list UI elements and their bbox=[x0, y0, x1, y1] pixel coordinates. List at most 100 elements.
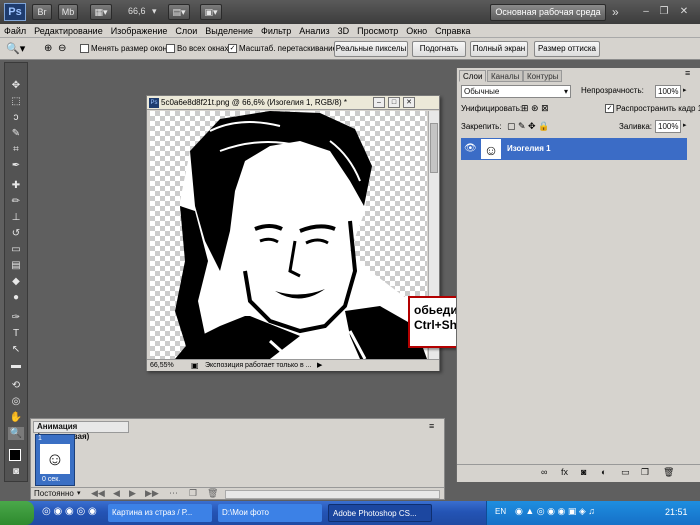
gradient-tool-icon[interactable]: ▤ bbox=[8, 259, 24, 272]
layer-style-icon[interactable]: fx bbox=[561, 467, 568, 477]
scroll-thumb[interactable] bbox=[430, 123, 438, 173]
close-icon[interactable]: ✕ bbox=[676, 5, 692, 19]
status-text[interactable]: Экспозиция работает только в ... bbox=[205, 360, 312, 372]
resize-windows-checkbox[interactable]: Менять размер окон bbox=[80, 42, 167, 56]
taskbar-item-photoshop[interactable]: Adobe Photoshop CS... bbox=[328, 504, 432, 522]
scrubby-zoom-checkbox[interactable]: ✓ Масштаб. перетаскиванием bbox=[228, 42, 343, 56]
zoom-in-icon[interactable]: ⊕ bbox=[44, 42, 52, 56]
visibility-eye-icon[interactable]: 👁 bbox=[464, 138, 477, 160]
history-brush-tool-icon[interactable]: ↺ bbox=[8, 227, 24, 240]
animation-tab[interactable]: Анимация (покадровая) bbox=[33, 421, 129, 441]
quick-mask-icon[interactable]: ◙ bbox=[8, 465, 24, 478]
taskbar-item-browser[interactable]: Картина из страз / Р... bbox=[108, 504, 212, 522]
panel-menu-icon[interactable]: ≡ bbox=[429, 421, 434, 431]
duplicate-frame-icon[interactable]: ❐ bbox=[189, 488, 197, 499]
status-arrow-icon[interactable]: ▶ bbox=[317, 360, 322, 372]
taskbar-item-explorer[interactable]: D:\Мои фото bbox=[218, 504, 322, 522]
horizontal-scrollbar[interactable] bbox=[225, 490, 440, 499]
3d-orbit-tool-icon[interactable]: ◎ bbox=[8, 395, 24, 408]
zoom-tool-icon[interactable]: 🔍▾ bbox=[6, 42, 25, 56]
blur-tool-icon[interactable]: ◆ bbox=[8, 275, 24, 288]
view-extras-button[interactable]: ▦▾ bbox=[90, 4, 112, 20]
full-screen-button[interactable]: Полный экран bbox=[470, 41, 528, 57]
loop-dropdown-icon[interactable]: ▾ bbox=[77, 489, 81, 497]
menu-analysis[interactable]: Анализ bbox=[295, 24, 333, 38]
overflow-chevron-icon[interactable]: » bbox=[612, 5, 619, 19]
delete-layer-icon[interactable]: 🗑 bbox=[663, 467, 674, 478]
start-button[interactable] bbox=[0, 501, 34, 525]
shape-tool-icon[interactable]: ▬ bbox=[8, 359, 24, 372]
hand-tool-icon[interactable]: ✋ bbox=[8, 411, 24, 424]
type-tool-icon[interactable]: T bbox=[8, 327, 24, 340]
zoom-percentage[interactable]: 66,55% bbox=[150, 360, 174, 372]
first-frame-icon[interactable]: ◀◀ bbox=[91, 488, 105, 499]
move-tool-icon[interactable]: ✥ bbox=[8, 79, 24, 92]
menu-view[interactable]: Просмотр bbox=[353, 24, 402, 38]
quick-select-tool-icon[interactable]: ✎ bbox=[8, 127, 24, 140]
eraser-tool-icon[interactable]: ▭ bbox=[8, 243, 24, 256]
animation-frame[interactable]: 1 ☺ 0 сек. bbox=[35, 434, 75, 486]
layer-row[interactable]: 👁 ☺ Изогелия 1 bbox=[461, 138, 687, 160]
menu-layers[interactable]: Слои bbox=[171, 24, 201, 38]
play-icon[interactable]: ▶ bbox=[129, 488, 136, 499]
quicklaunch-icons[interactable]: ◎ ◉ ◉ ◎ ◉ bbox=[42, 506, 97, 517]
menu-select[interactable]: Выделение bbox=[201, 24, 257, 38]
foreground-color-swatch[interactable] bbox=[9, 449, 21, 461]
arrange-documents-button[interactable]: ▤▾ bbox=[168, 4, 190, 20]
prev-frame-icon[interactable]: ◀ bbox=[113, 488, 120, 499]
all-windows-checkbox[interactable]: Во всех окнах bbox=[166, 42, 228, 56]
healing-brush-tool-icon[interactable]: ✚ bbox=[8, 179, 24, 192]
pen-tool-icon[interactable]: ✑ bbox=[8, 311, 24, 324]
tween-icon[interactable]: ⋯ bbox=[169, 488, 178, 499]
zoom-dropdown-icon[interactable]: ▾ bbox=[152, 6, 157, 17]
actual-pixels-button[interactable]: Реальные пикселы bbox=[334, 41, 408, 57]
layers-panel-menu-icon[interactable]: ≡ bbox=[685, 68, 690, 78]
3d-rotate-tool-icon[interactable]: ⟲ bbox=[8, 379, 24, 392]
layer-name[interactable]: Изогелия 1 bbox=[507, 138, 551, 160]
blend-mode-select[interactable]: Обычные ▾ bbox=[461, 85, 571, 98]
tab-channels[interactable]: Каналы bbox=[487, 70, 524, 82]
eyedropper-tool-icon[interactable]: ✒ bbox=[8, 159, 24, 172]
restore-icon[interactable]: ❐ bbox=[656, 5, 672, 19]
menu-help[interactable]: Справка bbox=[431, 24, 474, 38]
doc-maximize-icon[interactable]: □ bbox=[388, 97, 400, 108]
fill-dropdown-icon[interactable]: ▸ bbox=[683, 121, 687, 129]
propagate-frame-checkbox[interactable]: ✓ Распространить кадр 1 bbox=[605, 104, 700, 114]
tab-layers[interactable]: Слои bbox=[459, 70, 487, 82]
opacity-dropdown-icon[interactable]: ▸ bbox=[683, 86, 687, 94]
bridge-icon[interactable]: Br bbox=[32, 4, 52, 20]
unify-icons[interactable]: ⊞ ⊛ ⊠ bbox=[521, 103, 549, 114]
menu-filter[interactable]: Фильтр bbox=[257, 24, 295, 38]
doc-minimize-icon[interactable]: – bbox=[373, 97, 385, 108]
minibridge-icon[interactable]: Mb bbox=[58, 4, 78, 20]
menu-image[interactable]: Изображение bbox=[107, 24, 172, 38]
print-size-button[interactable]: Размер оттиска bbox=[534, 41, 600, 57]
lock-icons[interactable]: ▢ ✎ ✥ 🔒 bbox=[507, 121, 549, 132]
tray-icons[interactable]: ◉ ▲ ◎ ◉ ◉ ▣ ◈ ♫ bbox=[515, 506, 595, 517]
adjustment-layer-icon[interactable]: ◐ bbox=[601, 467, 606, 477]
link-layers-icon[interactable]: ∞ bbox=[541, 467, 547, 477]
tab-paths[interactable]: Контуры bbox=[523, 70, 563, 82]
zoom-tool-active-icon[interactable]: 🔍 bbox=[8, 427, 24, 440]
dodge-tool-icon[interactable]: ● bbox=[8, 291, 24, 304]
zoom-level-select[interactable]: 66,6 bbox=[128, 6, 146, 16]
brush-tool-icon[interactable]: ✏ bbox=[8, 195, 24, 208]
language-indicator[interactable]: EN bbox=[495, 507, 506, 516]
marquee-tool-icon[interactable]: ⬚ bbox=[8, 95, 24, 108]
next-frame-icon[interactable]: ▶▶ bbox=[145, 488, 159, 499]
layer-mask-icon[interactable]: ◙ bbox=[581, 467, 586, 477]
image-canvas[interactable] bbox=[150, 111, 427, 359]
fill-input[interactable]: 100% bbox=[655, 120, 681, 133]
doc-close-icon[interactable]: ✕ bbox=[403, 97, 415, 108]
frame-delay[interactable]: 0 сек. bbox=[42, 476, 60, 483]
menu-file[interactable]: Файл bbox=[0, 24, 30, 38]
new-layer-icon[interactable]: ❐ bbox=[641, 467, 649, 478]
delete-frame-icon[interactable]: 🗑 bbox=[207, 488, 218, 499]
opacity-input[interactable]: 100% bbox=[655, 85, 681, 98]
fit-screen-button[interactable]: Подогнать bbox=[412, 41, 466, 57]
new-group-icon[interactable]: ▭ bbox=[621, 467, 630, 478]
zoom-out-icon[interactable]: ⊖ bbox=[58, 42, 66, 56]
minimize-icon[interactable]: – bbox=[638, 5, 654, 19]
loop-select[interactable]: Постоянно bbox=[34, 489, 74, 498]
workspace-button[interactable]: Основная рабочая среда bbox=[490, 4, 606, 21]
